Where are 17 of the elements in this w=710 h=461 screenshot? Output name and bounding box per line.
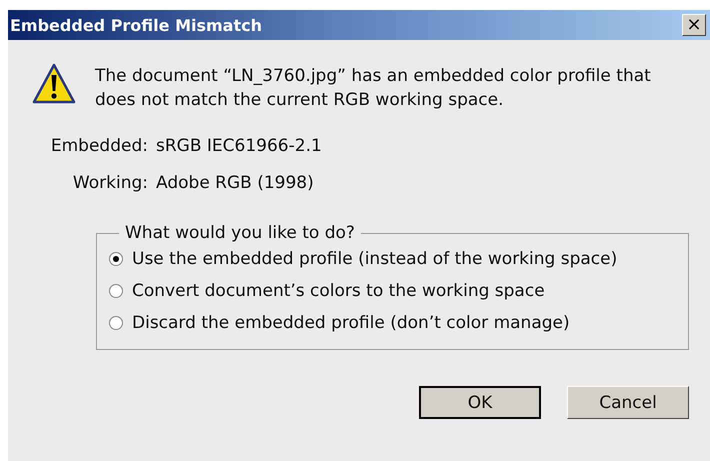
radio-button[interactable] xyxy=(109,252,123,266)
group-title: What would you like to do? xyxy=(124,223,356,243)
radio-button[interactable] xyxy=(109,316,123,330)
message-text: The document “LN_3760.jpg” has an embedded color profile that does not match the current RGB working space. xyxy=(95,65,652,112)
profile-value: sRGB IEC61966-2.1 xyxy=(156,136,322,156)
option-label[interactable]: Use the embedded profile (instead of the working space) xyxy=(132,249,618,269)
window-title: Embedded Profile Mismatch xyxy=(10,16,262,34)
warning-icon xyxy=(32,62,76,106)
profile-label: Embedded: xyxy=(50,136,148,156)
close-button[interactable]: × xyxy=(682,14,706,36)
radio-button[interactable] xyxy=(109,284,123,298)
dialog-button[interactable]: Cancel xyxy=(567,386,689,419)
option-label[interactable]: Convert document’s colors to the working space xyxy=(132,281,545,301)
option-label[interactable]: Discard the embedded profile (don’t color manage) xyxy=(132,313,570,333)
profile-label: Working: xyxy=(72,173,148,193)
dialog-button[interactable]: OK xyxy=(419,386,541,419)
profile-value: Adobe RGB (1998) xyxy=(156,173,314,193)
